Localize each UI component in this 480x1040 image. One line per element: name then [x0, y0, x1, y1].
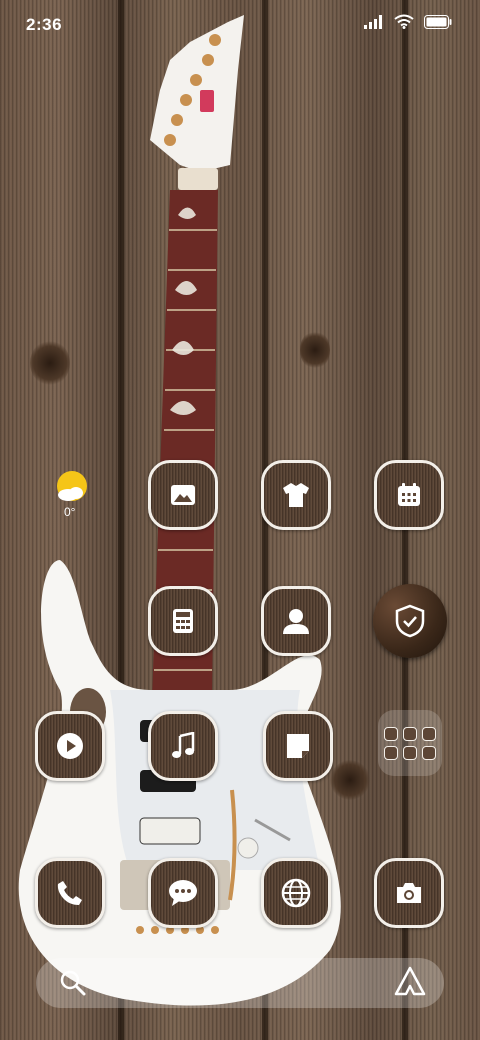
folder-app-icon: [384, 745, 398, 760]
search-bar[interactable]: [36, 958, 444, 1008]
messages-app[interactable]: [148, 858, 218, 928]
wifi-icon: [394, 14, 414, 29]
music-app[interactable]: [148, 711, 218, 781]
calculator-app[interactable]: [148, 586, 218, 656]
notes-icon: [287, 734, 309, 758]
messages-icon: [169, 880, 197, 906]
folder-app-icon: [422, 726, 436, 741]
app-folder[interactable]: [378, 710, 442, 776]
weather-temperature[interactable]: 0°: [64, 505, 75, 519]
contacts-icon: [283, 609, 309, 634]
video-player-app[interactable]: [35, 711, 105, 781]
security-icon: [395, 604, 425, 638]
signal-icon: [364, 14, 382, 29]
search-icon[interactable]: [60, 970, 86, 996]
browser-icon: [281, 878, 311, 908]
clock-time: 2:36: [26, 15, 63, 34]
video-player-icon: [57, 733, 83, 759]
security-app[interactable]: [373, 584, 447, 658]
status-bar: 2:36: [0, 0, 480, 50]
folder-app-icon: [403, 745, 417, 760]
camera-icon: [397, 883, 421, 903]
themes-icon: [283, 483, 309, 507]
camera-app[interactable]: [374, 858, 444, 928]
gallery-icon: [171, 485, 195, 505]
contacts-app[interactable]: [261, 586, 331, 656]
folder-app-icon: [384, 726, 398, 741]
folder-app-icon: [422, 745, 436, 760]
phone-icon: [57, 881, 82, 905]
notes-app[interactable]: [263, 711, 333, 781]
partly-sunny-icon[interactable]: [54, 470, 90, 504]
music-icon: [172, 732, 195, 758]
assistant-icon[interactable]: [394, 966, 426, 996]
calendar-app[interactable]: [374, 460, 444, 530]
gallery-app[interactable]: [148, 460, 218, 530]
themes-app[interactable]: [261, 460, 331, 530]
phone-app[interactable]: [35, 858, 105, 928]
browser-app[interactable]: [261, 858, 331, 928]
battery-icon: [424, 14, 452, 29]
calendar-icon: [398, 483, 420, 506]
calculator-icon: [173, 609, 193, 633]
folder-app-icon: [403, 726, 417, 741]
